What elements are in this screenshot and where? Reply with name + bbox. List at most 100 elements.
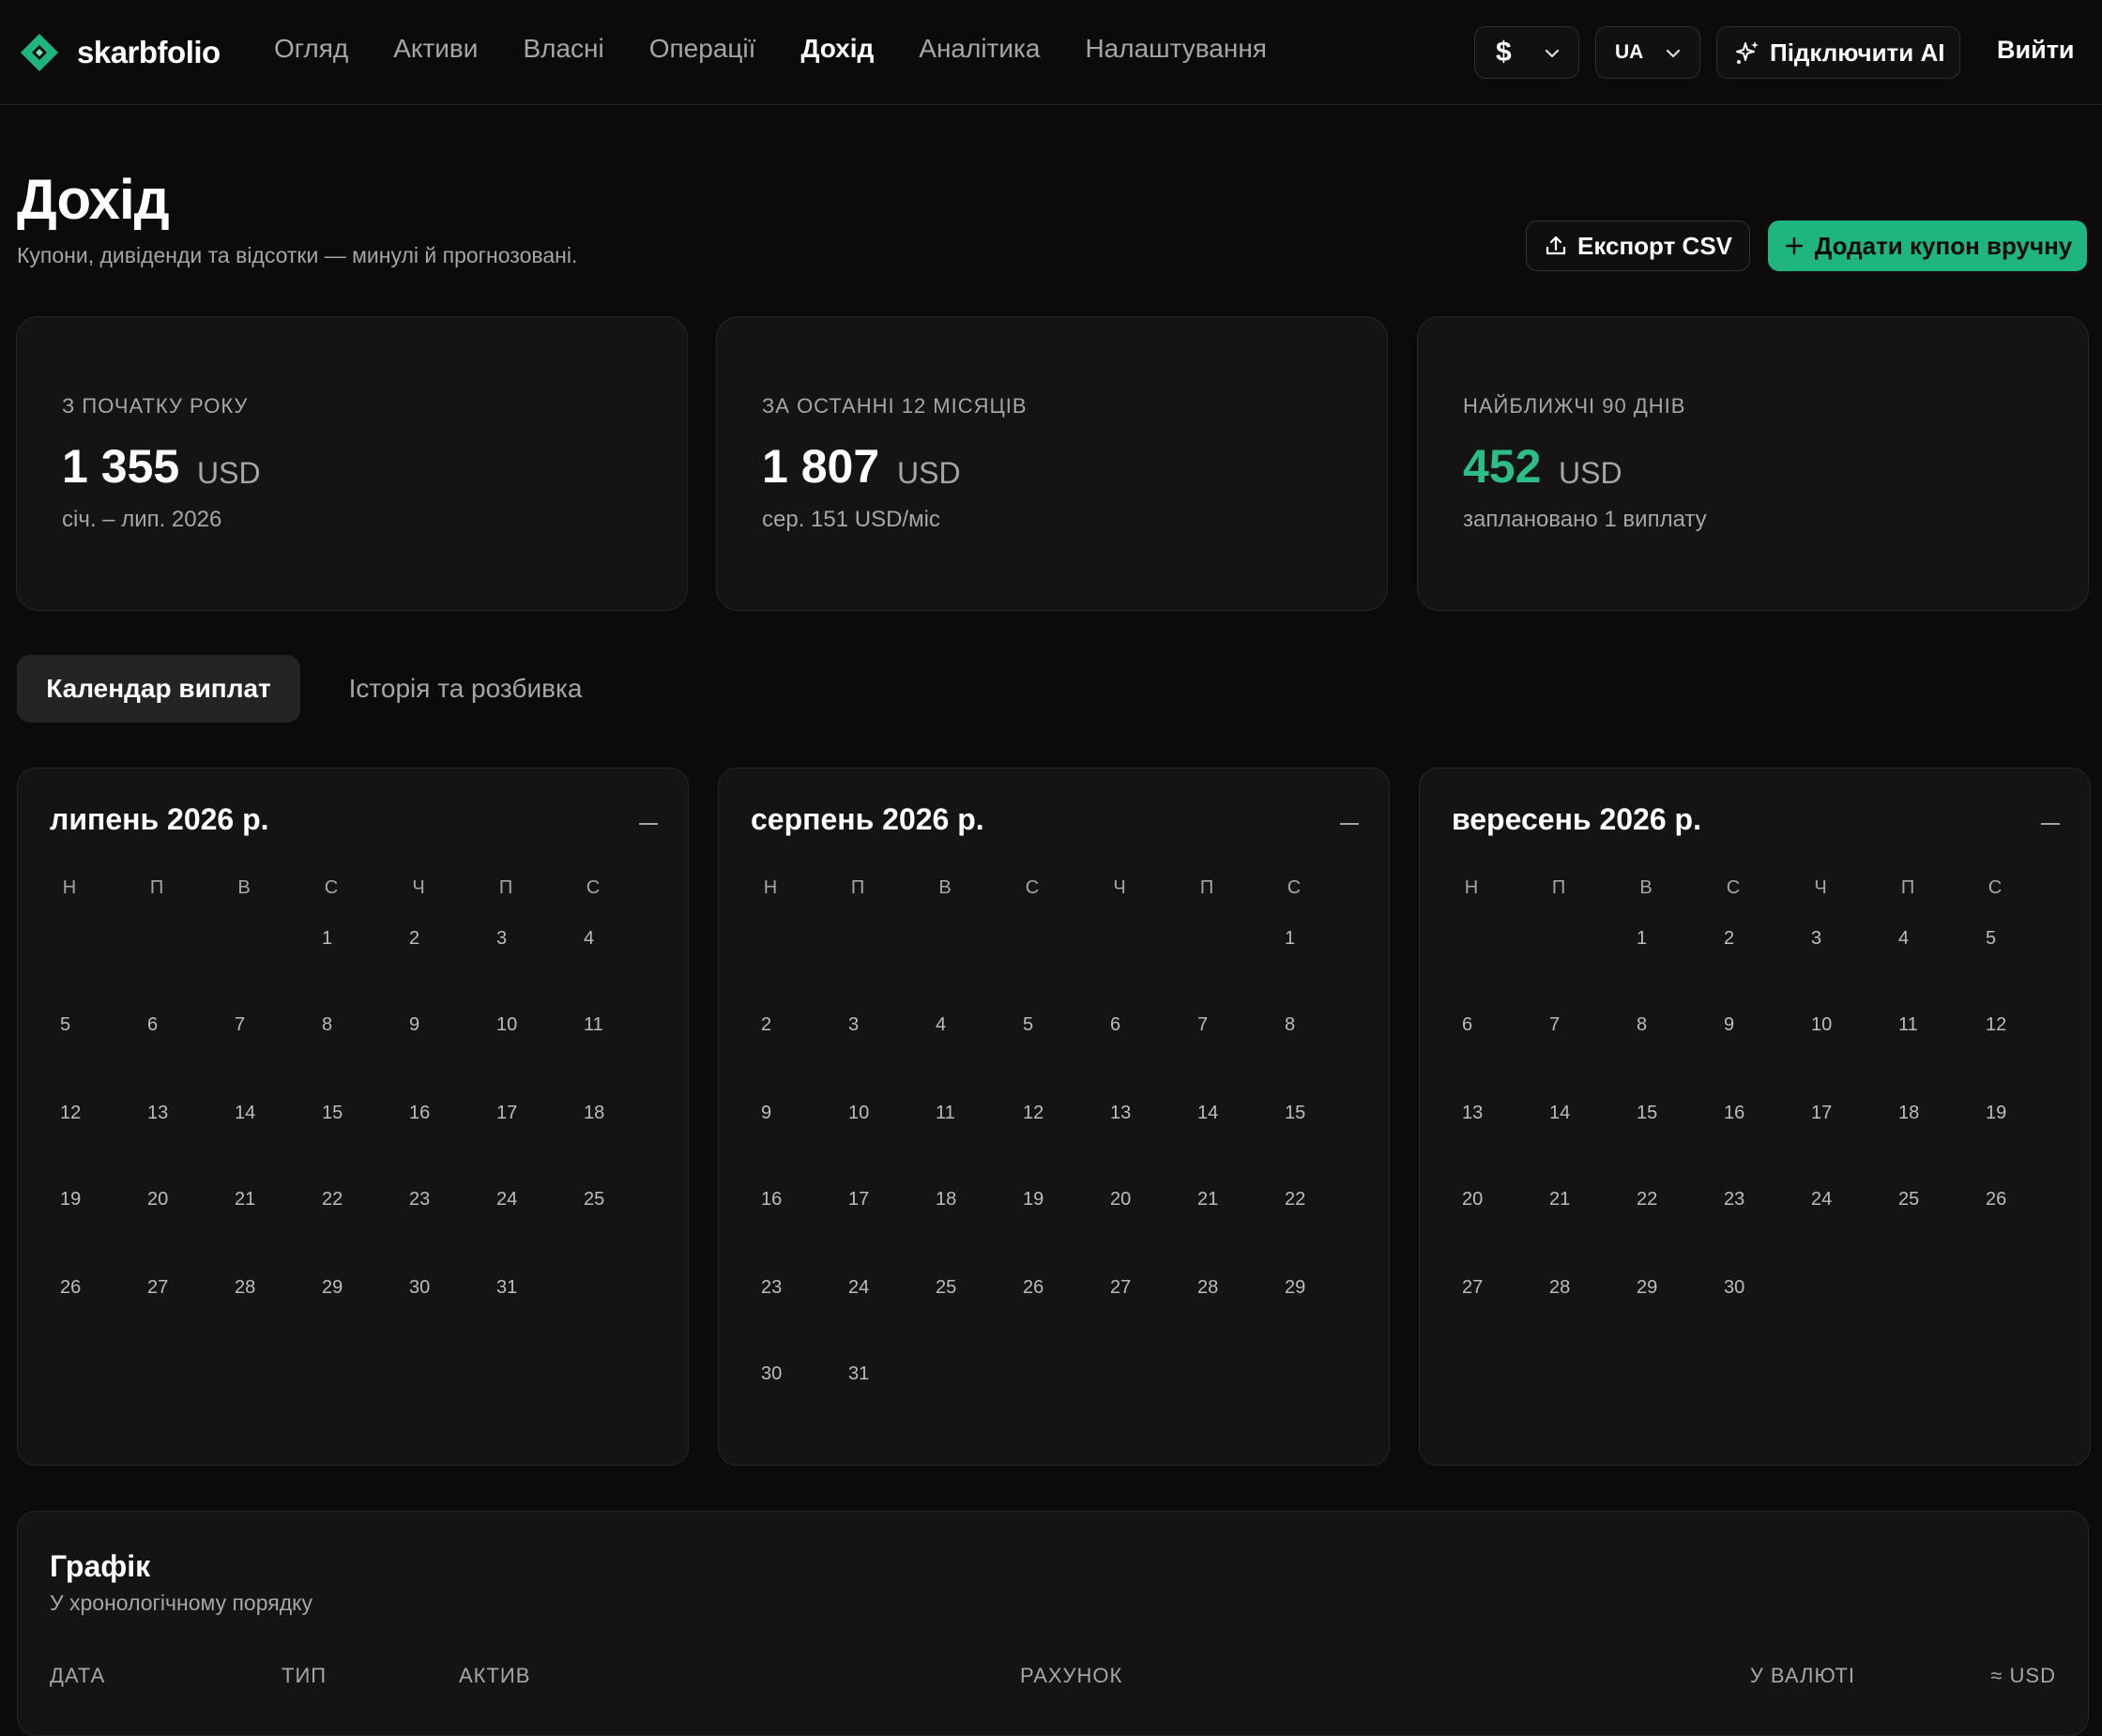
- calendar-day[interactable]: 24: [496, 1189, 517, 1211]
- calendar-day[interactable]: 28: [1197, 1277, 1218, 1299]
- calendar-day[interactable]: 26: [1023, 1277, 1043, 1299]
- connect-ai-button[interactable]: Підключити AI: [1716, 26, 1960, 79]
- calendar-day[interactable]: 29: [1637, 1277, 1657, 1299]
- calendar-day[interactable]: 9: [409, 1014, 419, 1036]
- calendar-day[interactable]: 18: [1898, 1103, 1919, 1124]
- calendar-day[interactable]: 25: [1898, 1189, 1919, 1211]
- calendar-day[interactable]: 20: [1462, 1189, 1483, 1211]
- calendar-day[interactable]: 6: [147, 1014, 158, 1036]
- calendar-day[interactable]: 26: [60, 1277, 81, 1299]
- collapse-icon[interactable]: [2041, 823, 2060, 825]
- calendar-day[interactable]: 4: [936, 1014, 946, 1036]
- calendar-day[interactable]: 11: [936, 1103, 955, 1124]
- calendar-day[interactable]: 3: [1811, 928, 1821, 950]
- calendar-day[interactable]: 22: [322, 1189, 343, 1211]
- calendar-day[interactable]: 27: [1462, 1277, 1483, 1299]
- app-logo[interactable]: skarbfolio: [19, 32, 221, 73]
- calendar-day[interactable]: 28: [1549, 1277, 1570, 1299]
- nav-item-operations[interactable]: Операції: [649, 34, 756, 64]
- calendar-day[interactable]: 24: [848, 1277, 869, 1299]
- calendar-day[interactable]: 13: [147, 1103, 168, 1124]
- calendar-day[interactable]: 24: [1811, 1189, 1832, 1211]
- calendar-day[interactable]: 18: [936, 1189, 956, 1211]
- column-header-in-currency[interactable]: У ВАЛЮТІ: [1750, 1664, 1855, 1688]
- calendar-day[interactable]: 10: [1811, 1014, 1832, 1036]
- calendar-day[interactable]: 10: [496, 1014, 517, 1036]
- calendar-day[interactable]: 7: [235, 1014, 245, 1036]
- calendar-day[interactable]: 20: [1110, 1189, 1131, 1211]
- calendar-day[interactable]: 15: [322, 1103, 343, 1124]
- collapse-icon[interactable]: [639, 823, 658, 825]
- column-header-type[interactable]: ТИП: [282, 1664, 327, 1688]
- calendar-day[interactable]: 23: [409, 1189, 430, 1211]
- calendar-day[interactable]: 8: [322, 1014, 332, 1036]
- calendar-day[interactable]: 16: [1724, 1103, 1744, 1124]
- column-header-asset[interactable]: АКТИВ: [459, 1664, 530, 1688]
- calendar-day[interactable]: 19: [60, 1189, 81, 1211]
- calendar-day[interactable]: 20: [147, 1189, 168, 1211]
- calendar-day[interactable]: 21: [1197, 1189, 1218, 1211]
- calendar-day[interactable]: 6: [1462, 1014, 1472, 1036]
- calendar-day[interactable]: 9: [1724, 1014, 1734, 1036]
- column-header-date[interactable]: ДАТА: [50, 1664, 105, 1688]
- currency-select[interactable]: $: [1474, 26, 1579, 79]
- column-header-account[interactable]: РАХУНОК: [1020, 1664, 1122, 1688]
- calendar-day[interactable]: 9: [761, 1103, 771, 1124]
- calendar-day[interactable]: 18: [584, 1103, 604, 1124]
- calendar-day[interactable]: 22: [1285, 1189, 1305, 1211]
- calendar-day[interactable]: 27: [147, 1277, 168, 1299]
- calendar-day[interactable]: 8: [1637, 1014, 1647, 1036]
- calendar-day[interactable]: 11: [1898, 1014, 1918, 1036]
- calendar-day[interactable]: 15: [1637, 1103, 1657, 1124]
- tab-history-breakdown[interactable]: Історія та розбивка: [315, 655, 616, 723]
- calendar-day[interactable]: 21: [235, 1189, 255, 1211]
- calendar-day[interactable]: 14: [235, 1103, 255, 1124]
- calendar-day[interactable]: 1: [1637, 928, 1647, 950]
- calendar-day[interactable]: 17: [1811, 1103, 1832, 1124]
- calendar-day[interactable]: 3: [496, 928, 507, 950]
- calendar-day[interactable]: 2: [1724, 928, 1734, 950]
- nav-item-assets[interactable]: Активи: [393, 34, 478, 64]
- calendar-day[interactable]: 1: [322, 928, 332, 950]
- calendar-day[interactable]: 14: [1197, 1103, 1218, 1124]
- calendar-day[interactable]: 2: [409, 928, 419, 950]
- calendar-day[interactable]: 19: [1986, 1103, 2006, 1124]
- calendar-day[interactable]: 31: [496, 1277, 517, 1299]
- calendar-day[interactable]: 31: [848, 1363, 869, 1385]
- calendar-day[interactable]: 8: [1285, 1014, 1295, 1036]
- calendar-day[interactable]: 30: [1724, 1277, 1744, 1299]
- column-header-usd[interactable]: ≈ USD: [1990, 1664, 2056, 1688]
- calendar-day[interactable]: 30: [761, 1363, 782, 1385]
- calendar-day[interactable]: 13: [1462, 1103, 1483, 1124]
- nav-item-income[interactable]: Дохід: [800, 34, 874, 64]
- tab-payment-calendar[interactable]: Календар виплат: [17, 655, 300, 723]
- calendar-day[interactable]: 14: [1549, 1103, 1570, 1124]
- calendar-day[interactable]: 4: [1898, 928, 1909, 950]
- calendar-day[interactable]: 5: [60, 1014, 70, 1036]
- nav-item-settings[interactable]: Налаштування: [1085, 34, 1267, 64]
- calendar-day[interactable]: 12: [1023, 1103, 1043, 1124]
- collapse-icon[interactable]: [1340, 823, 1359, 825]
- logout-button[interactable]: Вийти: [1997, 36, 2075, 65]
- calendar-day[interactable]: 25: [584, 1189, 604, 1211]
- calendar-day[interactable]: 1: [1285, 928, 1295, 950]
- calendar-day[interactable]: 7: [1549, 1014, 1560, 1036]
- calendar-day[interactable]: 11: [584, 1014, 603, 1036]
- calendar-day[interactable]: 12: [1986, 1014, 2006, 1036]
- calendar-day[interactable]: 25: [936, 1277, 956, 1299]
- nav-item-custom[interactable]: Власні: [523, 34, 603, 64]
- calendar-day[interactable]: 15: [1285, 1103, 1305, 1124]
- calendar-day[interactable]: 7: [1197, 1014, 1208, 1036]
- calendar-day[interactable]: 17: [496, 1103, 517, 1124]
- calendar-day[interactable]: 30: [409, 1277, 430, 1299]
- calendar-day[interactable]: 16: [761, 1189, 782, 1211]
- calendar-day[interactable]: 23: [1724, 1189, 1744, 1211]
- calendar-day[interactable]: 19: [1023, 1189, 1043, 1211]
- nav-item-analytics[interactable]: Аналітика: [919, 34, 1040, 64]
- calendar-day[interactable]: 6: [1110, 1014, 1120, 1036]
- calendar-day[interactable]: 4: [584, 928, 594, 950]
- calendar-day[interactable]: 27: [1110, 1277, 1131, 1299]
- calendar-day[interactable]: 16: [409, 1103, 430, 1124]
- calendar-day[interactable]: 10: [848, 1103, 869, 1124]
- calendar-day[interactable]: 21: [1549, 1189, 1570, 1211]
